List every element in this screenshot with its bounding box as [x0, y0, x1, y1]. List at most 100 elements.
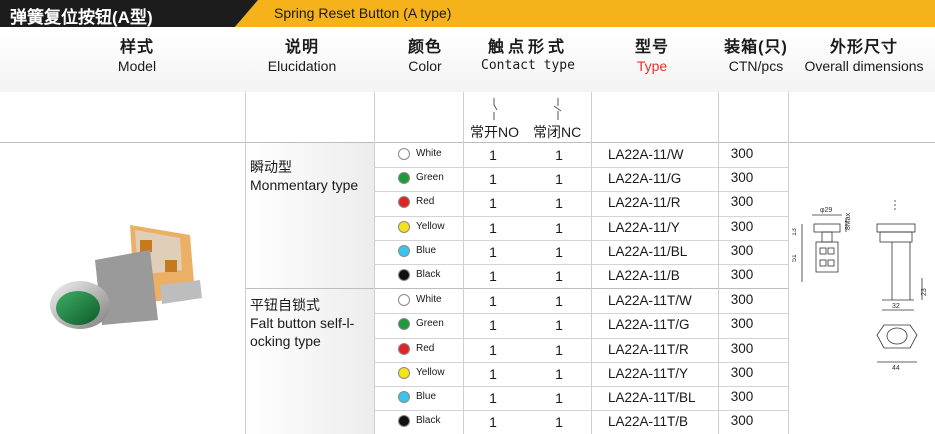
type-code: LA22A-11/W: [608, 147, 684, 162]
color-swatch: [398, 342, 410, 355]
header-contact-cn: 触点形式: [487, 39, 568, 56]
type-code: LA22A-11/BL: [608, 243, 688, 259]
group-label-momentary: 瞬动型 Monmentary type: [250, 158, 358, 194]
ctn-count: 300: [730, 170, 754, 186]
header-elucidation-en: Elucidation: [267, 58, 337, 74]
table-row: Black 1 1 LA22A-11T/B 300: [374, 410, 788, 434]
no-count: 1: [489, 195, 497, 212]
header-model-en: Model: [117, 58, 157, 74]
type-code: LA22A-11T/BL: [608, 390, 696, 405]
title-bar: 弹簧复位按钮(A型) Spring Reset Button (A type): [0, 0, 935, 29]
color-name: Black: [416, 269, 441, 280]
table-row: White 1 1 LA22A-11T/W 300: [374, 289, 788, 313]
type-code: LA22A-11T/B: [608, 414, 689, 430]
table-row: Yellow 1 1 LA22A-11T/Y 300: [374, 362, 788, 386]
color-name: Red: [416, 342, 435, 354]
no-count: 1: [489, 317, 497, 334]
color-name: Green: [416, 172, 444, 184]
nc-contact-icon: [553, 98, 562, 120]
header-color-en: Color: [408, 58, 442, 74]
no-contact-icon: [493, 98, 498, 120]
dim-d3: 13: [792, 228, 798, 236]
nc-count: 1: [555, 268, 563, 284]
nc-count: 1: [555, 219, 563, 236]
ctn-count: 300: [730, 389, 754, 404]
contact-nc-label: 常闭NC: [533, 124, 582, 140]
color-name: Black: [416, 415, 441, 427]
color-swatch: [398, 172, 410, 185]
header-color: 颜色 Color: [395, 39, 455, 75]
ctn-count: 300: [730, 364, 754, 380]
nc-count: 1: [555, 293, 563, 310]
color-swatch: [398, 220, 410, 233]
color-swatch: [398, 269, 410, 281]
table-row: White 1 1 LA22A-11/W 300: [374, 143, 788, 167]
dim-d2: 8Max: [845, 212, 852, 230]
color-name: Red: [416, 196, 435, 208]
title-cn: 弹簧复位按钮(A型): [10, 8, 153, 27]
ctn-count: 300: [730, 267, 754, 282]
color-name: Blue: [416, 244, 437, 256]
group-selflock-en-2: ocking type: [250, 333, 321, 349]
contact-no-label: 常开NO: [470, 124, 519, 140]
color-name: Yellow: [416, 220, 445, 232]
header-ctn-en: CTN/pcs: [728, 58, 784, 74]
color-name: White: [416, 294, 442, 306]
nc-count: 1: [555, 243, 563, 260]
nc-count: 1: [555, 365, 563, 382]
no-count: 1: [489, 171, 497, 188]
dim-d5: 23: [921, 288, 928, 296]
ctn-count: 300: [730, 292, 754, 308]
vrule-1: [245, 92, 246, 434]
ctn-count: 300: [730, 242, 754, 258]
dim-d4: 51: [792, 254, 798, 262]
color-swatch: [398, 318, 410, 331]
color-swatch: [398, 366, 410, 379]
header-dimensions: 外形尺寸 Overall dimensions: [795, 39, 933, 75]
type-code: LA22A-11T/G: [608, 317, 690, 333]
nc-count: 1: [555, 147, 563, 163]
ctn-count: 300: [730, 340, 754, 356]
color-swatch: [398, 148, 410, 160]
color-swatch: [398, 244, 410, 257]
table-row: Yellow 1 1 LA22A-11/Y 300: [374, 216, 788, 240]
ctn-count: 300: [730, 194, 754, 210]
table-row: Red 1 1 LA22A-11T/R 300: [374, 338, 788, 362]
no-count: 1: [489, 147, 497, 163]
type-code: LA22A-11/B: [608, 268, 680, 283]
header-model-cn: 样式: [119, 39, 154, 56]
table-row: Blue 1 1 LA22A-11/BL 300: [374, 240, 788, 264]
table-row: Green 1 1 LA22A-11T/G 300: [374, 313, 788, 337]
header-elucidation-cn: 说明: [284, 39, 319, 56]
no-count: 1: [489, 341, 497, 358]
ctn-count: 300: [730, 218, 754, 234]
header-type-cn: 型号: [634, 39, 669, 56]
color-name: Yellow: [416, 366, 445, 378]
no-count: 1: [489, 268, 497, 284]
header-ctn: 装箱(只) CTN/pcs: [716, 39, 796, 75]
nc-count: 1: [555, 390, 563, 406]
ctn-count: 300: [730, 413, 754, 429]
color-name: White: [416, 148, 442, 159]
dimension-drawing: φ29 8Max 13 51 23 32 44: [792, 200, 928, 372]
table-row: Red 1 1 LA22A-11/R 300: [374, 191, 788, 215]
header-type-en: Type: [636, 58, 668, 74]
header-dimensions-cn: 外形尺寸: [829, 39, 898, 56]
nc-count: 1: [555, 414, 563, 431]
type-code: LA22A-11T/W: [608, 293, 692, 309]
table-row: Blue 1 1 LA22A-11T/BL 300: [374, 386, 788, 410]
header-color-cn: 颜色: [407, 39, 442, 56]
dim-d1: φ29: [820, 207, 832, 214]
dim-d7: 44: [892, 365, 900, 372]
type-code: LA22A-11/G: [608, 171, 682, 187]
nc-count: 1: [555, 171, 563, 188]
group-momentary-cn: 瞬动型: [250, 159, 292, 175]
group-label-self-locking: 平钮自锁式 Falt button self-l- ocking type: [250, 296, 354, 350]
nc-count: 1: [555, 317, 563, 334]
table-row: Green 1 1 LA22A-11/G 300: [374, 167, 788, 191]
group-selflock-cn: 平钮自锁式: [250, 297, 320, 313]
no-count: 1: [489, 390, 497, 406]
header-model: 样式 Model: [97, 39, 177, 75]
table-header: 样式 Model 说明 Elucidation 颜色 Color 触点形式 Co…: [0, 29, 935, 92]
no-count: 1: [489, 365, 497, 382]
